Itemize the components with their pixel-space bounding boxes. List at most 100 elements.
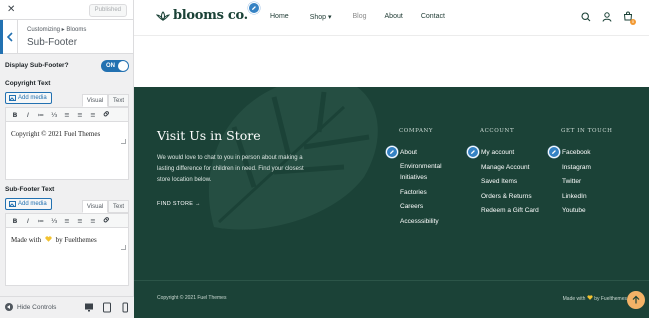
- main-nav: Home Shop ▾ Blog About Contact: [270, 13, 445, 21]
- hide-controls-button[interactable]: Hide Controls: [5, 303, 56, 311]
- madewith-after: by Fuelthemes: [594, 296, 627, 302]
- company-heading: COMPANY: [399, 128, 434, 134]
- copyright-content[interactable]: Copyright © 2021 Fuel Themes: [6, 122, 128, 146]
- back-button[interactable]: [0, 20, 18, 54]
- header-icons: 0: [581, 11, 636, 25]
- display-subfooter-toggle[interactable]: ON: [101, 60, 129, 72]
- lotus-icon: [156, 10, 170, 21]
- get-in-touch-heading: GET IN TOUCH: [561, 128, 613, 134]
- add-media-label: Add media: [18, 201, 47, 207]
- link-linkedin[interactable]: LinkedIn: [562, 190, 591, 205]
- social-links: Facebook Instagram Twitter LinkedIn Yout…: [562, 146, 591, 219]
- link-orders-returns[interactable]: Orders & Returns: [481, 190, 539, 205]
- link-youtube[interactable]: Youtube: [562, 204, 591, 219]
- link-accessibility[interactable]: Accesssibility: [400, 215, 452, 230]
- copyright-text-label: Copyright Text: [5, 80, 51, 87]
- nav-blog[interactable]: Blog: [353, 13, 367, 21]
- bullet-list-button[interactable]: ≔: [37, 111, 45, 119]
- link-twitter[interactable]: Twitter: [562, 175, 591, 190]
- align-left-button[interactable]: ≡: [63, 111, 71, 119]
- link-manage-account[interactable]: Manage Account: [481, 161, 539, 176]
- subfooter-content-before: Made with: [11, 236, 42, 244]
- account-heading: ACCOUNT: [480, 128, 515, 134]
- visit-store-heading: Visit Us in Store: [157, 128, 261, 143]
- copyright-editor[interactable]: B I ≔ ⅓ ≡ ≡ ≡ Copyright © 2021 Fuel Them…: [5, 107, 129, 180]
- close-icon[interactable]: ✕: [7, 4, 15, 15]
- chevron-left-icon: [6, 32, 13, 42]
- link-instagram[interactable]: Instagram: [562, 161, 591, 176]
- heart-icon: [45, 236, 52, 242]
- bold-button[interactable]: B: [11, 111, 19, 119]
- numbered-list-button[interactable]: ⅓: [50, 111, 58, 119]
- desktop-icon[interactable]: [84, 302, 94, 313]
- edit-shortcut-icon[interactable]: [467, 146, 479, 158]
- link-factories[interactable]: Factories: [400, 186, 452, 201]
- add-media-button-2[interactable]: Add media: [5, 198, 52, 210]
- copyright-content-text: Copyright © 2021 Fuel Themes: [11, 130, 101, 138]
- resize-handle[interactable]: [121, 245, 126, 250]
- nav-shop[interactable]: Shop ▾: [310, 13, 332, 21]
- heart-icon: [587, 295, 593, 300]
- search-icon[interactable]: [581, 12, 591, 22]
- link-redeem-gift-card[interactable]: Redeem a Gift Card: [481, 204, 539, 219]
- visit-store-text: We would love to chat to you in person a…: [157, 155, 304, 183]
- tablet-icon[interactable]: [102, 302, 112, 313]
- subfooter-editor[interactable]: B I ≔ ⅓ ≡ ≡ ≡ Made with by Fuelthemes: [5, 213, 129, 286]
- tab-visual-2[interactable]: Visual: [82, 200, 108, 213]
- align-center-button[interactable]: ≡: [76, 217, 84, 225]
- link-my-account[interactable]: My account: [481, 146, 539, 161]
- subfooter-content-after: by Fuelthemes: [55, 236, 97, 244]
- tab-visual[interactable]: Visual: [82, 94, 108, 107]
- site-footer: Visit Us in Store We would love to chat …: [134, 87, 649, 318]
- account-icon[interactable]: [602, 12, 612, 22]
- link-icon[interactable]: [102, 110, 110, 119]
- align-right-button[interactable]: ≡: [89, 111, 97, 119]
- link-careers[interactable]: Careers: [400, 200, 452, 215]
- section-header: Customizing ▸ Blooms Sub-Footer: [0, 20, 133, 54]
- nav-about[interactable]: About: [385, 13, 403, 21]
- media-icon: [9, 201, 16, 207]
- align-right-button[interactable]: ≡: [89, 217, 97, 225]
- numbered-list-button[interactable]: ⅓: [50, 217, 58, 225]
- cart-button[interactable]: 0: [623, 11, 636, 25]
- edit-shortcut-icon[interactable]: [548, 146, 560, 158]
- bold-button[interactable]: B: [11, 217, 19, 225]
- tab-text-2[interactable]: Text: [108, 200, 129, 213]
- add-media-button[interactable]: Add media: [5, 92, 52, 104]
- bullet-list-button[interactable]: ≔: [37, 217, 45, 225]
- align-center-button[interactable]: ≡: [76, 111, 84, 119]
- nav-home[interactable]: Home: [270, 13, 289, 21]
- nav-contact[interactable]: Contact: [421, 13, 445, 21]
- breadcrumb: Customizing ▸ Blooms: [27, 27, 87, 33]
- link-environmental-initiatives[interactable]: Environmental Initiatives: [400, 161, 452, 183]
- mobile-icon[interactable]: [120, 302, 130, 313]
- scroll-to-top-button[interactable]: [627, 291, 645, 309]
- display-subfooter-row: Display Sub-Footer? ON: [5, 60, 129, 72]
- subfooter-content[interactable]: Made with by Fuelthemes: [6, 228, 128, 252]
- align-left-button[interactable]: ≡: [63, 217, 71, 225]
- subfooter-copyright: Copyright © 2021 Fuel Themes: [157, 295, 227, 301]
- link-icon[interactable]: [102, 216, 110, 225]
- company-links: About Environmental Initiatives Factorie…: [400, 146, 452, 229]
- link-facebook[interactable]: Facebook: [562, 146, 591, 161]
- italic-button[interactable]: I: [24, 111, 32, 119]
- editor-toolbar: B I ≔ ⅓ ≡ ≡ ≡: [6, 214, 128, 228]
- site-preview: blooms co. Home Shop ▾ Blog About Contac…: [134, 0, 649, 318]
- customizer-footer: Hide Controls: [0, 296, 134, 318]
- edit-shortcut-icon[interactable]: [386, 146, 398, 158]
- footer-divider: [134, 280, 649, 281]
- find-store-link[interactable]: FIND STORE →: [157, 201, 201, 207]
- link-saved-items[interactable]: Saved Items: [481, 175, 539, 190]
- resize-handle[interactable]: [121, 139, 126, 144]
- italic-button[interactable]: I: [24, 217, 32, 225]
- customizer-sidebar: ✕ Published Customizing ▸ Blooms Sub-Foo…: [0, 0, 134, 318]
- link-about[interactable]: About: [400, 146, 452, 161]
- arrow-up-icon: [632, 295, 640, 304]
- subfooter-text-label: Sub-Footer Text: [5, 186, 55, 193]
- tab-text[interactable]: Text: [108, 94, 129, 107]
- published-button[interactable]: Published: [88, 4, 127, 17]
- site-logo[interactable]: blooms co.: [156, 8, 248, 23]
- toggle-knob: [118, 61, 128, 71]
- edit-shortcut-icon[interactable]: [248, 2, 260, 14]
- site-header: blooms co. Home Shop ▾ Blog About Contac…: [134, 0, 649, 36]
